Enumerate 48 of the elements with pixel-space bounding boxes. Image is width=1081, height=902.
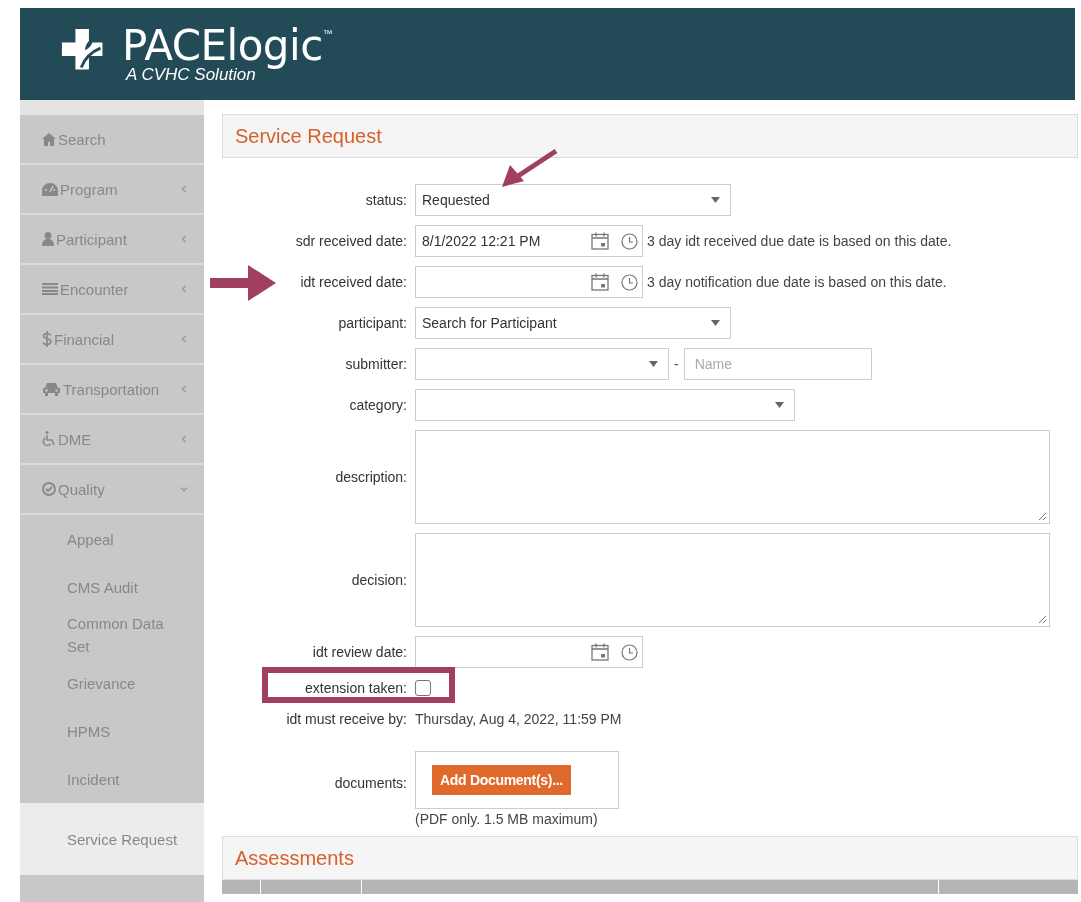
field-label: idt must receive by: [286, 711, 407, 727]
nav-subitem[interactable]: CMS Audit [20, 563, 204, 611]
panel-title: Assessments [235, 846, 354, 870]
nav-item[interactable]: Program [20, 165, 204, 215]
field-hint: 3 day notification due date is based on this date. [647, 274, 947, 290]
field-label: status: [365, 192, 407, 208]
nav-item[interactable]: DME [20, 415, 204, 465]
separator-dash: - [674, 356, 679, 372]
nav-label: Program [60, 180, 119, 198]
nav-subitem[interactable]: HPMS [20, 707, 204, 755]
date-time-field[interactable]: 8/1/2022 12:21 PM [415, 225, 643, 257]
nav-label: Encounter [60, 280, 130, 298]
nav-label: DME [58, 430, 93, 448]
nav-label: Financial [54, 330, 116, 348]
field-label: submitter: [345, 356, 407, 372]
field-label: description: [335, 469, 407, 485]
nav-item[interactable]: Quality [20, 465, 204, 515]
field-label: idt received date: [300, 274, 407, 290]
nav-item[interactable]: Search [20, 115, 204, 165]
nav-subitem[interactable]: Incident [20, 755, 204, 803]
name-input[interactable]: Name [683, 348, 872, 380]
field-hint: 3 day idt received due date is based on this date. [647, 233, 952, 249]
nav-item[interactable]: Encounter [20, 265, 204, 315]
panel-title: Service Request [235, 124, 382, 148]
field-value: Thursday, Aug 4, 2022, 11:59 PM [415, 711, 622, 727]
upload-hint: (PDF only. 1.5 MB maximum) [415, 811, 599, 827]
nav-label: Transportation [63, 380, 161, 398]
field-label: extension taken: [305, 680, 407, 696]
trademark: ™ [322, 27, 333, 39]
select-field[interactable]: Search for Participant [415, 307, 731, 339]
field-label: sdr received date: [295, 233, 407, 249]
nav-subitem[interactable]: Common Data Set [20, 611, 204, 659]
nav-item[interactable]: Transportation [20, 365, 204, 415]
nav-subitem[interactable]: Grievance [20, 659, 204, 707]
field-label: idt review date: [312, 644, 407, 660]
field-label: participant: [338, 315, 407, 331]
add-documents-button[interactable]: Add Document(s)... [432, 765, 571, 795]
field-label: documents: [334, 775, 407, 791]
nav-label: Participant [56, 230, 128, 248]
nav-label: Quality [58, 480, 106, 498]
field-label: decision: [351, 572, 407, 588]
nav-label: Search [58, 130, 107, 148]
nav-subitem[interactable]: Appeal [20, 515, 204, 563]
nav-subitem[interactable]: Service Request [20, 803, 204, 875]
field-label: category: [349, 397, 407, 413]
nav-item[interactable]: Financial [20, 315, 204, 365]
nav-item[interactable]: Participant [20, 215, 204, 265]
select-field[interactable]: Requested [415, 184, 731, 216]
